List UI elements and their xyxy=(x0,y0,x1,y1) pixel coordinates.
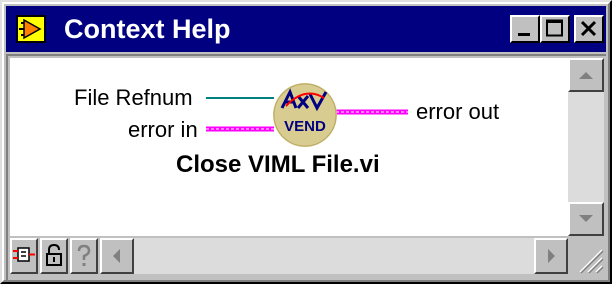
error-in-label: error in xyxy=(128,117,198,142)
scroll-right-arrow-icon xyxy=(548,249,555,263)
show-detailed-diagram-icon xyxy=(13,247,35,262)
lock-button[interactable] xyxy=(40,238,68,274)
vertical-scrollbar[interactable] xyxy=(568,58,604,236)
scroll-right-button[interactable] xyxy=(534,238,568,274)
maximize-button[interactable] xyxy=(540,15,570,43)
close-icon xyxy=(580,20,597,37)
scroll-left-arrow-icon xyxy=(113,249,120,263)
show-detailed-diagram-button[interactable] xyxy=(10,238,38,274)
help-button[interactable] xyxy=(70,238,98,274)
error-out-label: error out xyxy=(416,99,500,124)
help-content-area: VEND File Refnum error in error out Clos… xyxy=(10,58,568,236)
context-help-window-icon xyxy=(16,15,46,43)
scroll-down-button[interactable] xyxy=(568,202,604,236)
scroll-down-arrow-icon xyxy=(579,215,593,222)
lock-icon xyxy=(46,243,62,266)
file-refnum-label: File Refnum xyxy=(74,85,193,110)
scroll-up-button[interactable] xyxy=(568,58,604,92)
client-area: VEND File Refnum error in error out Clos… xyxy=(6,54,606,280)
window-title: Context Help xyxy=(64,14,231,44)
vi-name: Close VIML File.vi xyxy=(176,151,380,178)
title-bar[interactable]: Context Help xyxy=(6,6,606,52)
bottom-toolbar xyxy=(10,236,604,276)
size-grip[interactable] xyxy=(568,238,604,274)
close-button[interactable] xyxy=(574,15,604,43)
scroll-left-button[interactable] xyxy=(100,238,134,274)
context-help-window: Context Help VEND File Refnum error in e… xyxy=(0,0,612,284)
minimize-icon xyxy=(518,33,530,36)
minimize-button[interactable] xyxy=(510,15,540,43)
vi-icon-label: VEND xyxy=(284,118,326,135)
vi-icon: VEND xyxy=(272,82,338,148)
scroll-up-arrow-icon xyxy=(579,72,593,79)
horizontal-scrollbar[interactable] xyxy=(100,238,568,274)
vi-icon-graphic xyxy=(273,83,337,147)
maximize-icon xyxy=(546,19,563,37)
help-question-icon xyxy=(77,244,91,266)
resize-grip-icon xyxy=(579,249,604,274)
